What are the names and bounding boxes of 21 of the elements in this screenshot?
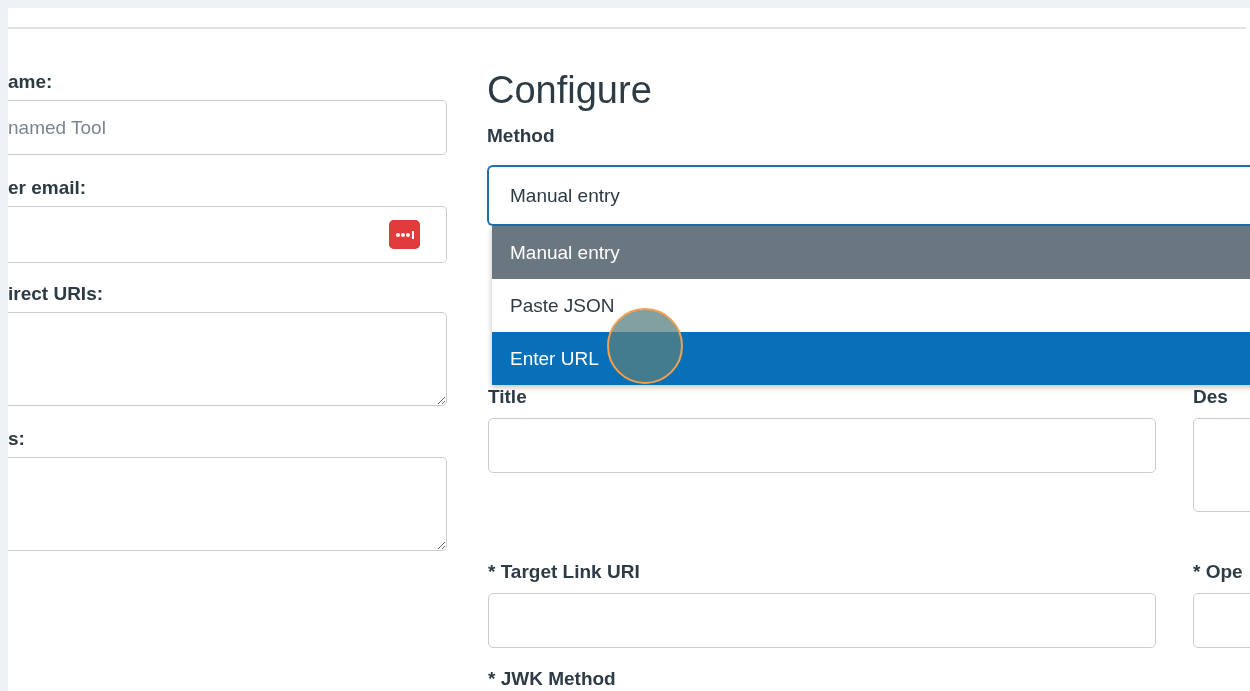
field-label: Des bbox=[1193, 386, 1228, 408]
field-label: * Target Link URI bbox=[488, 561, 640, 583]
field-label: Title bbox=[488, 386, 527, 408]
password-manager-icon[interactable] bbox=[389, 220, 420, 249]
field-label: * JWK Method bbox=[488, 668, 616, 690]
input-field[interactable] bbox=[488, 418, 1156, 473]
input-field[interactable] bbox=[8, 206, 447, 263]
dropdown-option[interactable]: Enter URL bbox=[492, 332, 1250, 385]
input-field[interactable] bbox=[488, 593, 1156, 648]
field-label: s: bbox=[8, 428, 25, 450]
field-label: er email: bbox=[8, 177, 87, 199]
field-label: Method bbox=[487, 125, 555, 147]
method-dropdown[interactable]: Manual entry bbox=[487, 165, 1250, 226]
field-label: ame: bbox=[8, 71, 53, 93]
dropdown-option[interactable]: Manual entry bbox=[492, 226, 1250, 279]
input-field[interactable]: named Tool bbox=[8, 100, 447, 155]
text-area[interactable] bbox=[8, 457, 447, 551]
field-label: irect URIs: bbox=[8, 283, 104, 305]
text-area[interactable] bbox=[8, 312, 447, 406]
section-heading: Configure bbox=[487, 68, 652, 112]
field-label: * Ope bbox=[1193, 561, 1243, 583]
